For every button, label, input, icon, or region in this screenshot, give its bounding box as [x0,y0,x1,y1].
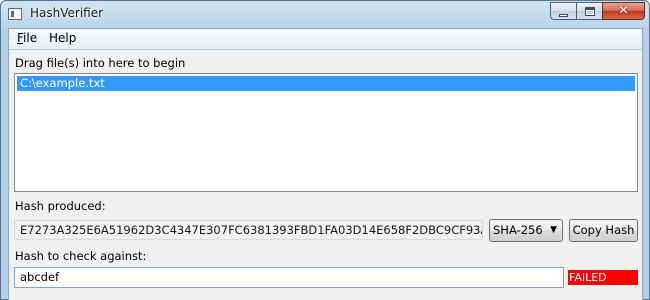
minimize-button[interactable] [550,2,576,20]
title-bar[interactable]: HashVerifier [1,1,649,28]
client-area: File Help Drag file(s) into here to begi… [8,28,643,300]
hash-check-input[interactable]: abcdef [14,267,564,288]
drop-instructions: Drag file(s) into here to begin [15,56,186,70]
close-button[interactable] [602,2,645,20]
caption-buttons [550,2,645,21]
menu-file-rest: ile [23,31,38,45]
menu-file[interactable]: File [15,31,39,45]
menu-help-label: Help [49,31,77,45]
hash-check-label: Hash to check against: [15,249,147,263]
menu-bar: File Help [9,29,642,50]
algorithm-select[interactable]: SHA-256 ▼ [489,219,563,242]
maximize-button[interactable] [576,2,602,20]
window-title: HashVerifier [30,6,104,20]
copy-hash-button[interactable]: Copy Hash [569,219,638,242]
status-badge: FAILED [568,270,638,285]
menu-help[interactable]: Help [47,31,78,45]
list-item[interactable]: C:\example.txt [17,76,635,91]
hash-produced-label: Hash produced: [15,199,106,213]
chevron-down-icon: ▼ [550,225,557,235]
file-list[interactable]: C:\example.txt [14,73,638,192]
hash-produced-field[interactable]: E7273A325E6A51962D3C4347E307FC6381393FBD… [14,220,483,240]
app-window-icon[interactable] [8,8,22,20]
app-window: HashVerifier File Help Drag file(s) into… [0,0,650,300]
algorithm-select-value: SHA-256 [493,223,543,237]
